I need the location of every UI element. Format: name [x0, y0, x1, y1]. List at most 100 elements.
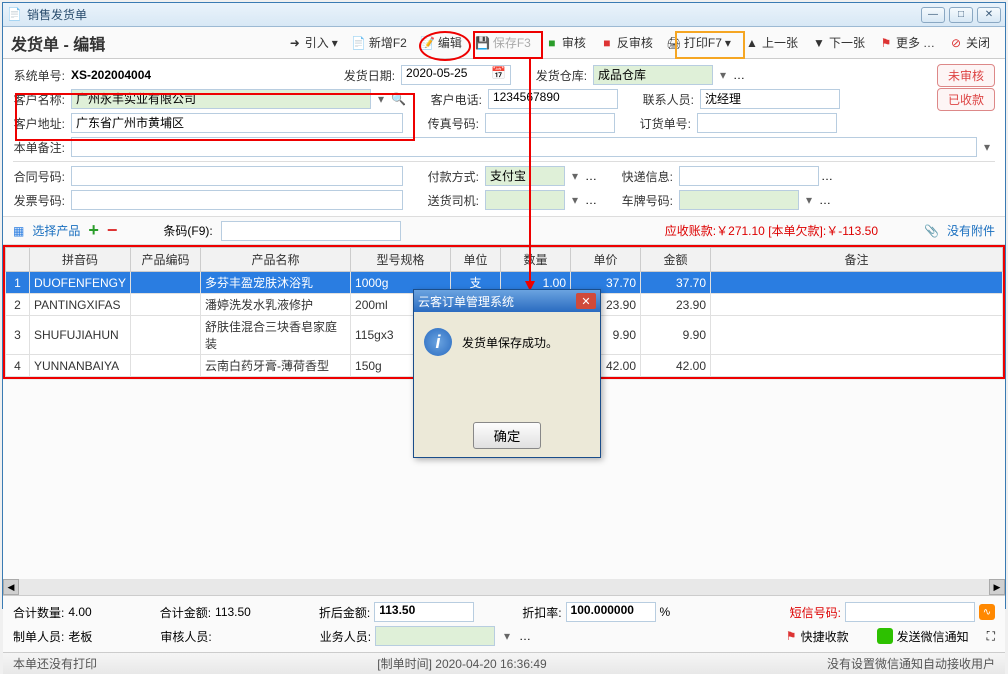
- product-bar: ▦ 选择产品 + − 条码(F9): 应收账款:￥271.10 [本单欠款]:￥…: [3, 216, 1005, 245]
- orderno-input[interactable]: [697, 113, 837, 133]
- warehouse-label: 发货仓库:: [535, 67, 591, 84]
- barcode-label: 条码(F9):: [163, 222, 212, 239]
- quickpay-button[interactable]: ⚑快捷收款: [786, 628, 849, 645]
- calendar-icon[interactable]: 📅: [491, 66, 506, 80]
- unaudit-button[interactable]: ■反审核: [594, 31, 659, 54]
- col-spec[interactable]: 型号规格: [351, 248, 451, 272]
- maximize-button[interactable]: □: [949, 7, 973, 23]
- totamt-label: 合计金额:: [160, 604, 211, 621]
- contract-label: 合同号码:: [13, 168, 69, 185]
- save-button[interactable]: 💾保存F3: [470, 31, 537, 54]
- more-button[interactable]: ⚑更多…: [873, 31, 941, 54]
- plate-more[interactable]: …: [819, 193, 831, 207]
- driver-dropdown[interactable]: ▾: [567, 193, 583, 207]
- col-qty[interactable]: 数量: [501, 248, 571, 272]
- horizontal-scrollbar[interactable]: ◀ ▶: [3, 579, 1005, 595]
- paymethod-label: 付款方式:: [427, 168, 483, 185]
- audit-button[interactable]: ■审核: [539, 31, 592, 54]
- add-row-button[interactable]: +: [88, 220, 99, 241]
- maker-value: 老板: [68, 628, 92, 645]
- close-window-button[interactable]: ✕: [977, 7, 1001, 23]
- orderno-label: 订货单号:: [639, 115, 695, 132]
- attach-icon[interactable]: 📎: [924, 224, 939, 238]
- col-code[interactable]: 产品编码: [131, 248, 201, 272]
- warehouse-input[interactable]: 成品仓库: [593, 65, 713, 85]
- remove-row-button[interactable]: −: [107, 220, 118, 241]
- edit-button[interactable]: 📝编辑: [415, 31, 468, 54]
- no-attach-link[interactable]: 没有附件: [947, 222, 995, 239]
- biz-label: 业务人员:: [320, 628, 371, 645]
- fax-label: 传真号码:: [427, 115, 483, 132]
- next-button[interactable]: ▼下一张: [806, 31, 871, 54]
- biz-more[interactable]: …: [519, 629, 531, 643]
- audit-icon: ■: [545, 36, 559, 50]
- rss-icon[interactable]: ∿: [979, 604, 995, 620]
- custaddr-input[interactable]: 广东省广州市黄埔区: [71, 113, 403, 133]
- col-unit[interactable]: 单位: [451, 248, 501, 272]
- invoice-input[interactable]: [71, 190, 403, 210]
- auditor-label: 审核人员:: [160, 628, 211, 645]
- col-amount[interactable]: 金额: [641, 248, 711, 272]
- phone-label: 客户电话:: [430, 91, 486, 108]
- driver-more[interactable]: …: [585, 193, 597, 207]
- plate-dropdown[interactable]: ▾: [801, 193, 817, 207]
- biz-dropdown[interactable]: ▾: [499, 629, 515, 643]
- contact-input[interactable]: 沈经理: [700, 89, 840, 109]
- col-idx[interactable]: [6, 248, 30, 272]
- phone-input[interactable]: 1234567890: [488, 89, 618, 109]
- custname-input[interactable]: 广州永丰实业有限公司: [71, 89, 371, 109]
- window-title: 销售发货单: [27, 6, 921, 23]
- custname-dropdown[interactable]: ▾: [373, 92, 389, 106]
- close-icon: ⊘: [949, 36, 963, 50]
- grid-header-row: 拼音码 产品编码 产品名称 型号规格 单位 数量 单价 金额 备注: [6, 248, 1003, 272]
- dialog-message: 发货单保存成功。: [462, 334, 558, 351]
- discamt-label: 折后金额:: [319, 604, 370, 621]
- express-input[interactable]: [679, 166, 819, 186]
- dialog-ok-button[interactable]: 确定: [473, 422, 542, 449]
- import-icon: ➜: [288, 36, 302, 50]
- discamt-input[interactable]: 113.50: [374, 602, 474, 622]
- barcode-input[interactable]: [221, 221, 401, 241]
- note-input[interactable]: [71, 137, 977, 157]
- wechat-button[interactable]: 发送微信通知: [877, 628, 969, 645]
- receivable-label: 应收账款:: [665, 224, 716, 238]
- expand-icon[interactable]: ⛶: [987, 629, 995, 644]
- dialog-titlebar: 云客订单管理系统 ✕: [414, 290, 600, 312]
- paymethod-more[interactable]: …: [585, 169, 597, 183]
- scroll-right-button[interactable]: ▶: [989, 579, 1005, 595]
- col-name[interactable]: 产品名称: [201, 248, 351, 272]
- status-left: 本单还没有打印: [13, 655, 97, 672]
- dialog-title: 云客订单管理系统: [418, 293, 576, 310]
- note-dropdown[interactable]: ▾: [979, 140, 995, 154]
- warehouse-more[interactable]: …: [733, 68, 745, 82]
- plate-input[interactable]: [679, 190, 799, 210]
- close-button[interactable]: ⊘关闭: [943, 31, 996, 54]
- new-button[interactable]: 📄新增F2: [346, 31, 413, 54]
- col-price[interactable]: 单价: [571, 248, 641, 272]
- info-icon: i: [424, 328, 452, 356]
- scroll-left-button[interactable]: ◀: [3, 579, 19, 595]
- date-input[interactable]: 2020-05-25 📅: [401, 65, 511, 85]
- fax-input[interactable]: [485, 113, 615, 133]
- express-more[interactable]: …: [821, 169, 833, 183]
- paymethod-input[interactable]: 支付宝: [485, 166, 565, 186]
- print-button[interactable]: 🖨打印F7▾: [661, 31, 737, 54]
- minimize-button[interactable]: —: [921, 7, 945, 23]
- save-success-dialog: 云客订单管理系统 ✕ i 发货单保存成功。 确定: [413, 289, 601, 458]
- import-button[interactable]: ➜引入▾: [282, 31, 344, 54]
- contract-input[interactable]: [71, 166, 403, 186]
- date-label: 发货日期:: [343, 67, 399, 84]
- custname-search-icon[interactable]: 🔍: [391, 92, 406, 106]
- col-pinyin[interactable]: 拼音码: [30, 248, 131, 272]
- col-remark[interactable]: 备注: [711, 248, 1003, 272]
- warehouse-dropdown[interactable]: ▾: [715, 68, 731, 82]
- dialog-close-button[interactable]: ✕: [576, 293, 596, 309]
- biz-input[interactable]: [375, 626, 495, 646]
- paymethod-dropdown[interactable]: ▾: [567, 169, 583, 183]
- sms-input[interactable]: [845, 602, 975, 622]
- driver-input[interactable]: [485, 190, 565, 210]
- select-product-link[interactable]: 选择产品: [32, 222, 80, 239]
- prev-button[interactable]: ▲上一张: [739, 31, 804, 54]
- next-icon: ▼: [812, 36, 826, 50]
- discrate-input[interactable]: 100.000000: [566, 602, 656, 622]
